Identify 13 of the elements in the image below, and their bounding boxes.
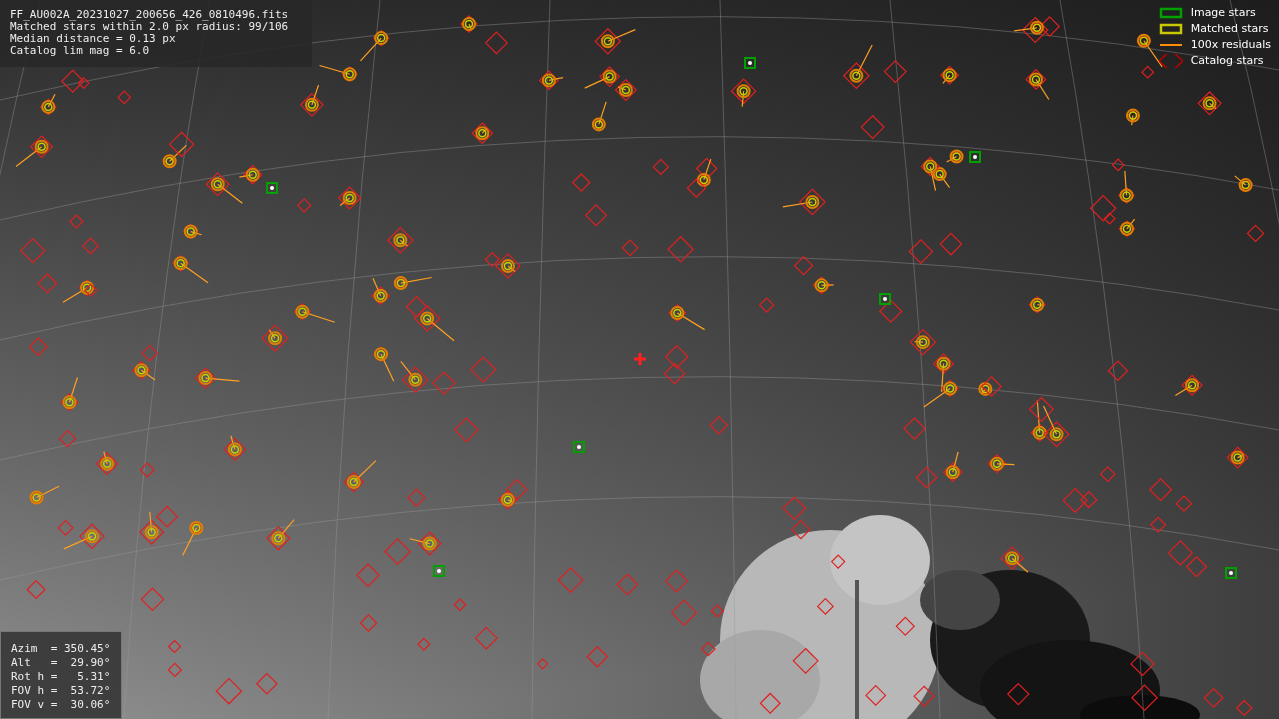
info-text: FF_AU002A_20231027_200656_426_0810496.fits — [10, 9, 290, 21]
info-text: Median distance = 0.13 px — [10, 33, 177, 45]
legend-label: 100x residuals — [1190, 38, 1271, 52]
pointing-text: FOV v = 30.06° — [11, 698, 111, 712]
pointing-text: FOV h = 53.72° — [11, 684, 111, 698]
pointing-text: Azim = 350.45° — [11, 642, 111, 656]
info-text: Matched stars within 2.0 px radius: 99/106 — [10, 21, 290, 33]
legend-label: Image stars — [1190, 6, 1256, 20]
legend-label: Matched stars — [1190, 22, 1269, 36]
pointing-text: Rot h = 5.31° — [11, 670, 111, 684]
legend-label: Catalog stars — [1190, 54, 1264, 68]
pointing-text: Alt = 29.90° — [11, 656, 111, 670]
info-text: Catalog lim mag = 6.0 — [10, 45, 151, 57]
